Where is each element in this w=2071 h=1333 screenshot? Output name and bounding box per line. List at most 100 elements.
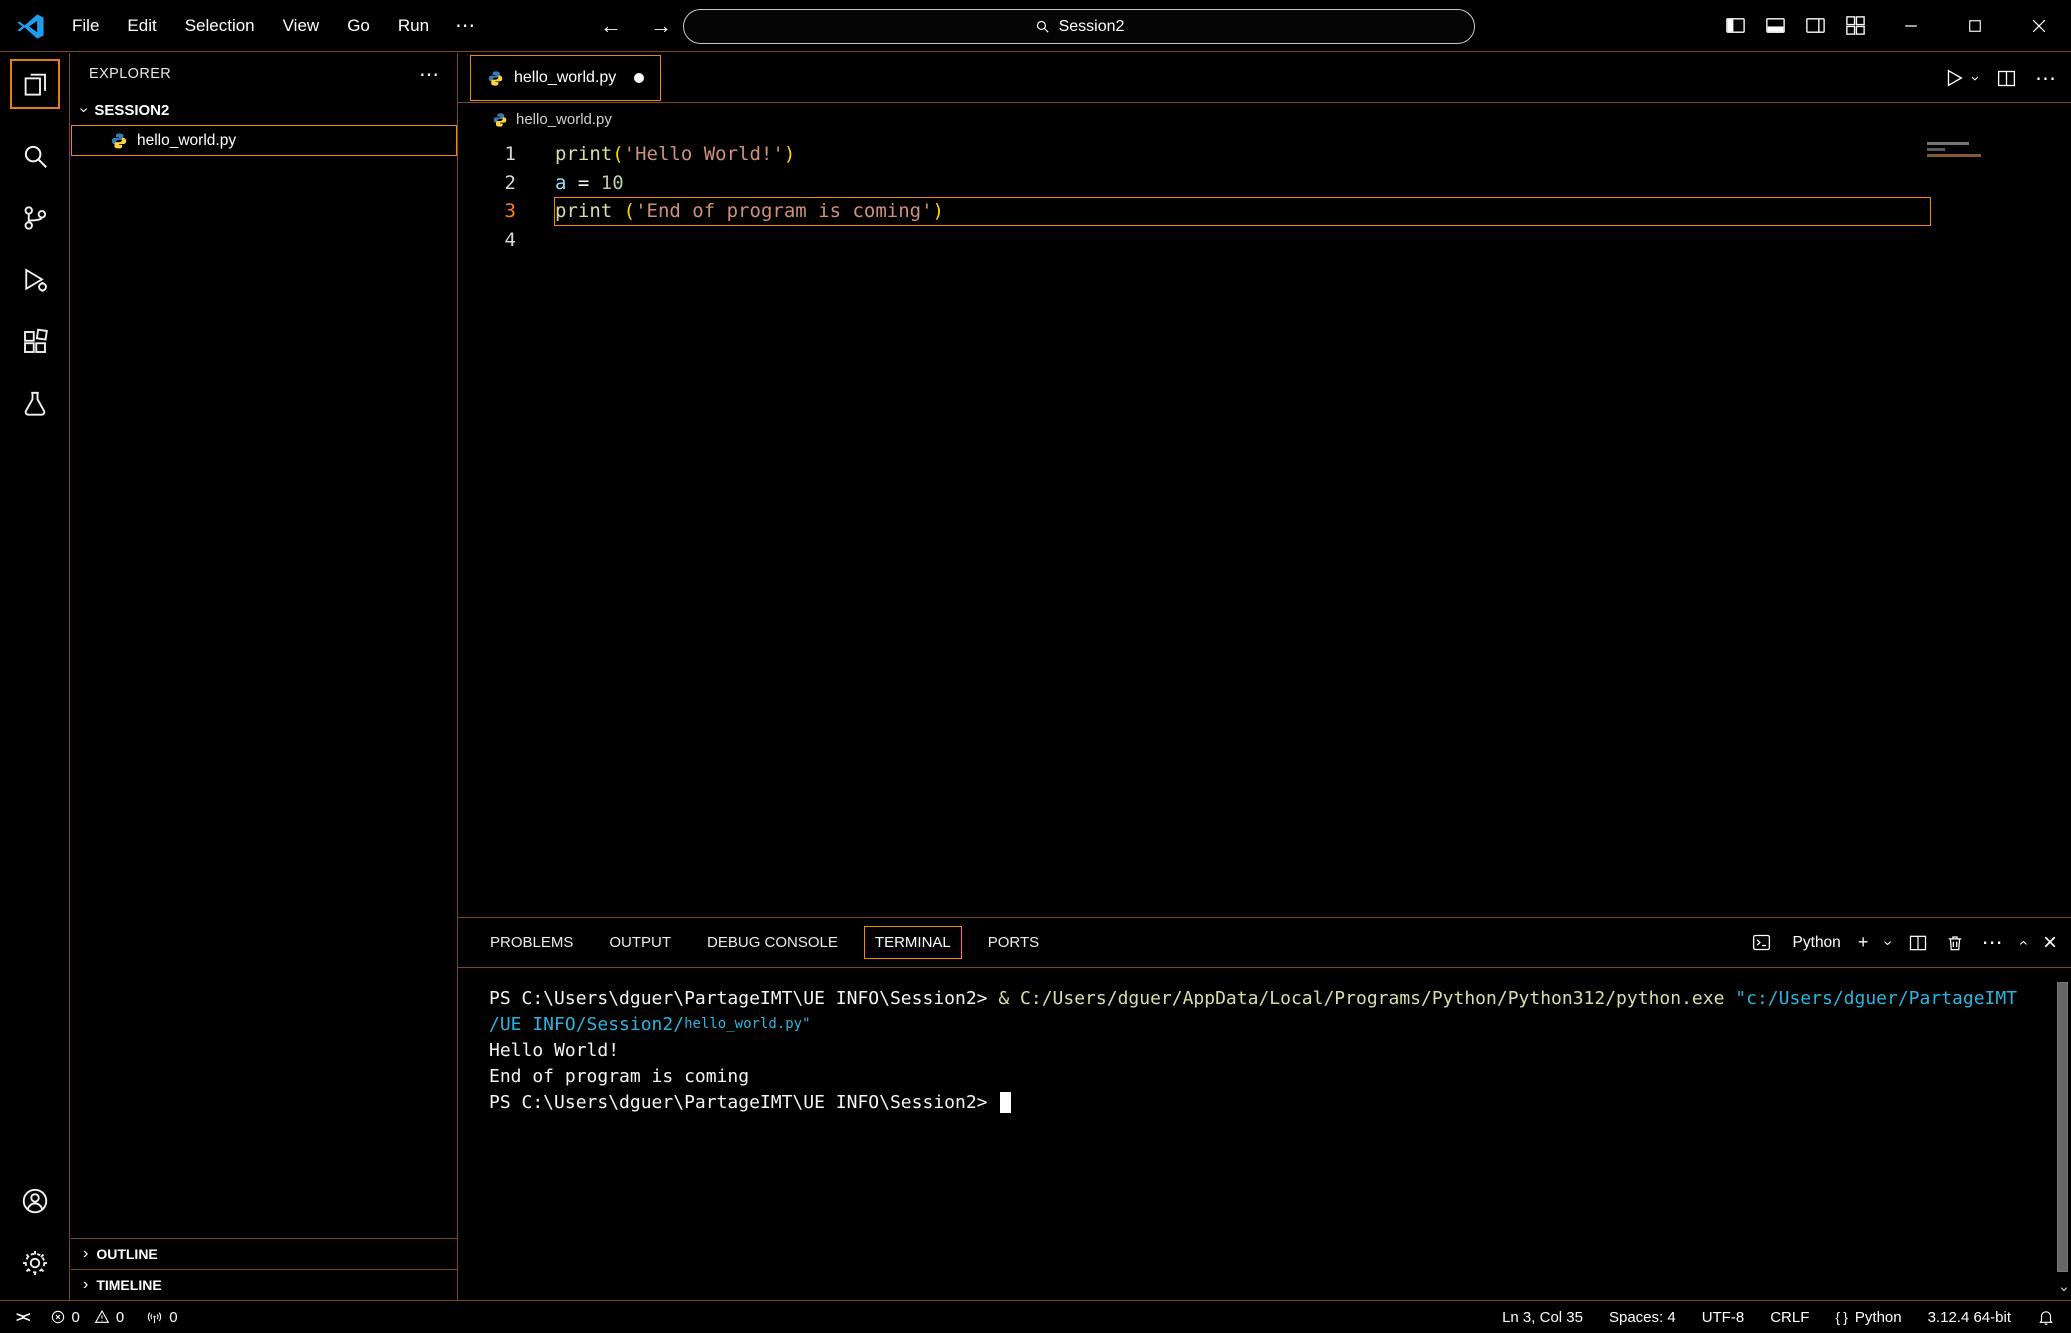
explorer-icon[interactable] xyxy=(10,59,60,109)
code-lines: 1 print('Hello World!') 2 a = 103print ('En… xyxy=(458,140,2071,254)
kill-terminal-trash-icon[interactable] xyxy=(1945,933,1965,953)
window-controls xyxy=(1879,0,2071,52)
activity-bar-bottom xyxy=(0,1170,70,1294)
toggle-panel-icon[interactable] xyxy=(1764,14,1787,37)
layout-controls xyxy=(1724,14,1867,37)
split-editor-icon[interactable] xyxy=(1996,68,2017,89)
toggle-sidebar-icon[interactable] xyxy=(1724,14,1747,37)
outline-section[interactable]: › OUTLINE xyxy=(71,1238,457,1269)
settings-gear-icon[interactable] xyxy=(0,1232,70,1294)
command-center-search[interactable]: Session2 xyxy=(683,9,1475,44)
menu-view[interactable]: View xyxy=(269,10,334,42)
tab-ports[interactable]: PORTS xyxy=(970,926,1057,959)
chevron-down-icon: › xyxy=(75,107,93,112)
line-number: 1 xyxy=(458,143,528,165)
run-python-icon[interactable] xyxy=(1943,67,1965,89)
ports-status[interactable]: 0 xyxy=(146,1309,177,1326)
sidebar-bottom-sections: › OUTLINE › TIMELINE xyxy=(71,1238,457,1300)
language-label: Python xyxy=(1855,1309,1902,1326)
search-view-icon[interactable] xyxy=(0,125,70,187)
tab-hello-world[interactable]: hello_world.py xyxy=(470,55,661,101)
error-icon xyxy=(50,1309,66,1325)
panel-more-icon[interactable]: ⋯ xyxy=(1982,930,2004,955)
titlebar: File Edit Selection View Go Run ⋯ ← → Se… xyxy=(0,0,2071,52)
code-line[interactable]: 1 print('Hello World!') xyxy=(458,140,2071,169)
menu-selection[interactable]: Selection xyxy=(171,10,269,42)
terminal-profile-label[interactable]: Python xyxy=(1793,934,1841,952)
timeline-section[interactable]: › TIMELINE xyxy=(71,1269,457,1300)
encoding[interactable]: UTF-8 xyxy=(1702,1309,1745,1326)
notifications-bell-icon[interactable] xyxy=(2037,1308,2055,1326)
code-line-content xyxy=(554,226,1931,255)
tab-output[interactable]: OUTPUT xyxy=(591,926,689,959)
line-number: 4 xyxy=(458,229,528,251)
problems-status[interactable]: 0 0 xyxy=(50,1309,125,1326)
code-line[interactable]: 3print ('End of program is coming') xyxy=(458,197,2071,226)
status-bar: >< 0 0 0 xyxy=(0,1300,2071,1333)
modified-dot-icon[interactable] xyxy=(634,73,644,83)
outline-label: OUTLINE xyxy=(96,1246,157,1262)
run-debug-icon[interactable] xyxy=(0,249,70,311)
maximize-icon[interactable] xyxy=(1943,0,2007,52)
extensions-icon[interactable] xyxy=(0,311,70,373)
editor-more-icon[interactable]: ⋯ xyxy=(2035,66,2057,91)
broadcast-icon xyxy=(146,1309,163,1326)
scroll-down-icon[interactable]: › xyxy=(2055,1284,2071,1293)
warning-count: 0 xyxy=(116,1309,124,1326)
error-count: 0 xyxy=(72,1309,80,1326)
status-right: Ln 3, Col 35 Spaces: 4 UTF-8 CRLF { } Py… xyxy=(1502,1308,2055,1326)
terminal-line: Hello World! xyxy=(489,1037,2071,1063)
code-line-content: a = 10 xyxy=(554,169,1931,198)
code-line[interactable]: 2 a = 10 xyxy=(458,169,2071,198)
menu-file[interactable]: File xyxy=(58,10,113,42)
code-line-content: print('Hello World!') xyxy=(554,140,1931,169)
indentation[interactable]: Spaces: 4 xyxy=(1609,1309,1676,1326)
panel-tabs: PROBLEMS OUTPUT DEBUG CONSOLE TERMINAL P… xyxy=(458,918,2071,968)
toggle-secondary-sidebar-icon[interactable] xyxy=(1804,14,1827,37)
split-terminal-icon[interactable] xyxy=(1908,933,1928,953)
editor-actions: › ⋯ xyxy=(1943,53,2057,103)
terminal[interactable]: PS C:\Users\dguer\PartageIMT\UE INFO\Ses… xyxy=(458,968,2071,1300)
menu-run[interactable]: Run xyxy=(384,10,443,42)
run-dropdown-icon[interactable]: › xyxy=(1967,76,1984,81)
cursor-position[interactable]: Ln 3, Col 35 xyxy=(1502,1309,1583,1326)
file-hello-world[interactable]: hello_world.py xyxy=(71,125,457,156)
new-terminal-icon[interactable]: + xyxy=(1858,932,1869,953)
tab-terminal[interactable]: TERMINAL xyxy=(864,926,962,959)
maximize-panel-icon[interactable]: › xyxy=(2014,940,2032,945)
forward-arrow-icon[interactable]: → xyxy=(650,13,672,39)
code-editor[interactable]: 1 print('Hello World!') 2 a = 103print ('En… xyxy=(458,136,2071,917)
menubar-more-icon[interactable]: ⋯ xyxy=(443,13,487,38)
python-interpreter[interactable]: 3.12.4 64-bit xyxy=(1928,1309,2011,1326)
menu-edit[interactable]: Edit xyxy=(113,10,170,42)
code-line[interactable]: 4 xyxy=(458,226,2071,255)
language-mode[interactable]: { } Python xyxy=(1835,1309,1901,1326)
tab-problems[interactable]: PROBLEMS xyxy=(472,926,591,959)
terminal-dropdown-icon[interactable]: › xyxy=(1879,940,1897,945)
testing-icon[interactable] xyxy=(0,373,70,435)
line-number: 2 xyxy=(458,172,528,194)
vscode-logo-icon xyxy=(16,12,45,41)
back-arrow-icon[interactable]: ← xyxy=(600,13,622,39)
chevron-right-icon: › xyxy=(83,1276,88,1294)
tab-label: hello_world.py xyxy=(514,69,616,87)
customize-layout-icon[interactable] xyxy=(1844,14,1867,37)
history-navigation: ← → xyxy=(600,13,672,39)
close-window-icon[interactable] xyxy=(2007,0,2071,52)
terminal-scrollbar[interactable] xyxy=(2057,982,2068,1272)
minimize-icon[interactable] xyxy=(1879,0,1943,52)
source-control-icon[interactable] xyxy=(0,187,70,249)
close-panel-icon[interactable]: × xyxy=(2043,929,2057,957)
explorer-more-icon[interactable]: ⋯ xyxy=(419,62,439,87)
folder-session2[interactable]: › SESSION2 xyxy=(71,95,457,125)
tab-debug-console[interactable]: DEBUG CONSOLE xyxy=(689,926,856,959)
minimap[interactable] xyxy=(1927,142,1985,160)
breadcrumb[interactable]: hello_world.py xyxy=(458,103,2071,136)
folder-label: SESSION2 xyxy=(94,102,169,119)
timeline-label: TIMELINE xyxy=(96,1277,161,1293)
menu-go[interactable]: Go xyxy=(333,10,384,42)
terminal-output: PS C:\Users\dguer\PartageIMT\UE INFO\Ses… xyxy=(489,985,2071,1115)
eol-sequence[interactable]: CRLF xyxy=(1770,1309,1809,1326)
remote-indicator-icon[interactable]: >< xyxy=(16,1309,28,1326)
accounts-icon[interactable] xyxy=(0,1170,70,1232)
